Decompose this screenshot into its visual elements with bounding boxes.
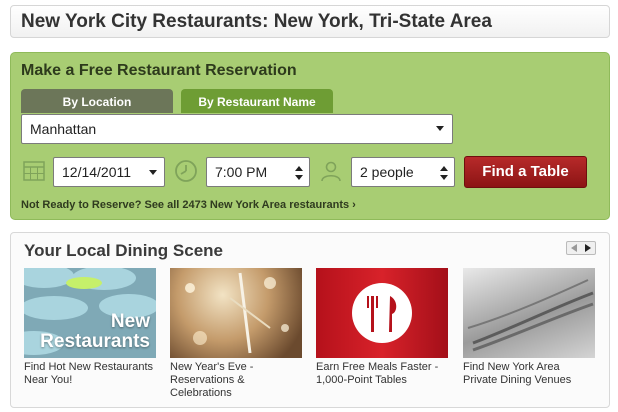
time-value: 7:00 PM bbox=[215, 164, 268, 180]
see-all-restaurants-link[interactable]: Not Ready to Reserve? See all 2473 New Y… bbox=[21, 199, 356, 211]
new-years-eve-image[interactable] bbox=[170, 268, 302, 358]
reservation-panel: Make a Free Restaurant Reservation By Lo… bbox=[10, 52, 610, 220]
tile-new-years-eve[interactable]: New Year's Eve - Reservations & Celebrat… bbox=[170, 268, 302, 400]
tile-caption[interactable]: New Year's Eve - Reservations & Celebrat… bbox=[170, 361, 302, 400]
party-size-value: 2 people bbox=[360, 164, 414, 180]
tile-private-dining[interactable]: Find New York Area Private Dining Venues bbox=[463, 268, 595, 387]
reservation-title: Make a Free Restaurant Reservation bbox=[21, 62, 297, 79]
forks-graphic bbox=[467, 279, 594, 352]
dining-scene-title: Your Local Dining Scene bbox=[24, 241, 223, 260]
carousel-pager[interactable] bbox=[566, 241, 596, 255]
tile-caption[interactable]: Find Hot New Restaurants Near You! bbox=[24, 361, 156, 387]
tile-1000-point-tables[interactable]: Earn Free Meals Faster - 1,000-Point Tab… bbox=[316, 268, 448, 387]
party-size-field[interactable]: 2 people bbox=[351, 157, 455, 187]
clock-sparkles-graphic bbox=[185, 272, 289, 354]
date-value: 12/14/2011 bbox=[62, 164, 132, 180]
page-title: New York City Restaurants: New York, Tri… bbox=[21, 11, 492, 32]
new-restaurants-overlay: New Restaurants bbox=[40, 312, 150, 352]
location-select[interactable]: Manhattan bbox=[21, 114, 453, 144]
chevron-down-icon bbox=[149, 170, 157, 175]
triangle-left-icon[interactable] bbox=[571, 244, 577, 252]
tile-caption[interactable]: Find New York Area Private Dining Venues bbox=[463, 361, 595, 387]
time-field[interactable]: 7:00 PM bbox=[206, 157, 310, 187]
fork-knife-graphic bbox=[352, 283, 412, 343]
point-tables-image[interactable] bbox=[316, 268, 448, 358]
dining-scene-panel: Your Local Dining Scene New Restaurants … bbox=[10, 232, 610, 408]
new-restaurants-image[interactable]: New Restaurants bbox=[24, 268, 156, 358]
stepper-icon bbox=[440, 166, 448, 180]
person-icon bbox=[321, 161, 341, 182]
overlay-text-restaurants: Restaurants bbox=[40, 331, 150, 352]
location-value: Manhattan bbox=[30, 121, 97, 137]
calendar-icon bbox=[23, 161, 45, 181]
tab-by-location[interactable]: By Location bbox=[21, 89, 173, 113]
tile-caption[interactable]: Earn Free Meals Faster - 1,000-Point Tab… bbox=[316, 361, 448, 387]
date-field[interactable]: 12/14/2011 bbox=[53, 157, 165, 187]
chevron-down-icon bbox=[436, 126, 444, 131]
stepper-icon bbox=[295, 166, 303, 180]
find-a-table-button[interactable]: Find a Table bbox=[464, 156, 587, 188]
clock-icon bbox=[175, 160, 197, 182]
triangle-right-icon[interactable] bbox=[585, 244, 591, 252]
overlay-text-new: New bbox=[110, 311, 150, 332]
page-header: New York City Restaurants: New York, Tri… bbox=[10, 5, 610, 38]
private-dining-image[interactable] bbox=[463, 268, 595, 358]
tile-new-restaurants[interactable]: New Restaurants Find Hot New Restaurants… bbox=[24, 268, 156, 387]
tab-by-restaurant-name[interactable]: By Restaurant Name bbox=[181, 89, 333, 113]
